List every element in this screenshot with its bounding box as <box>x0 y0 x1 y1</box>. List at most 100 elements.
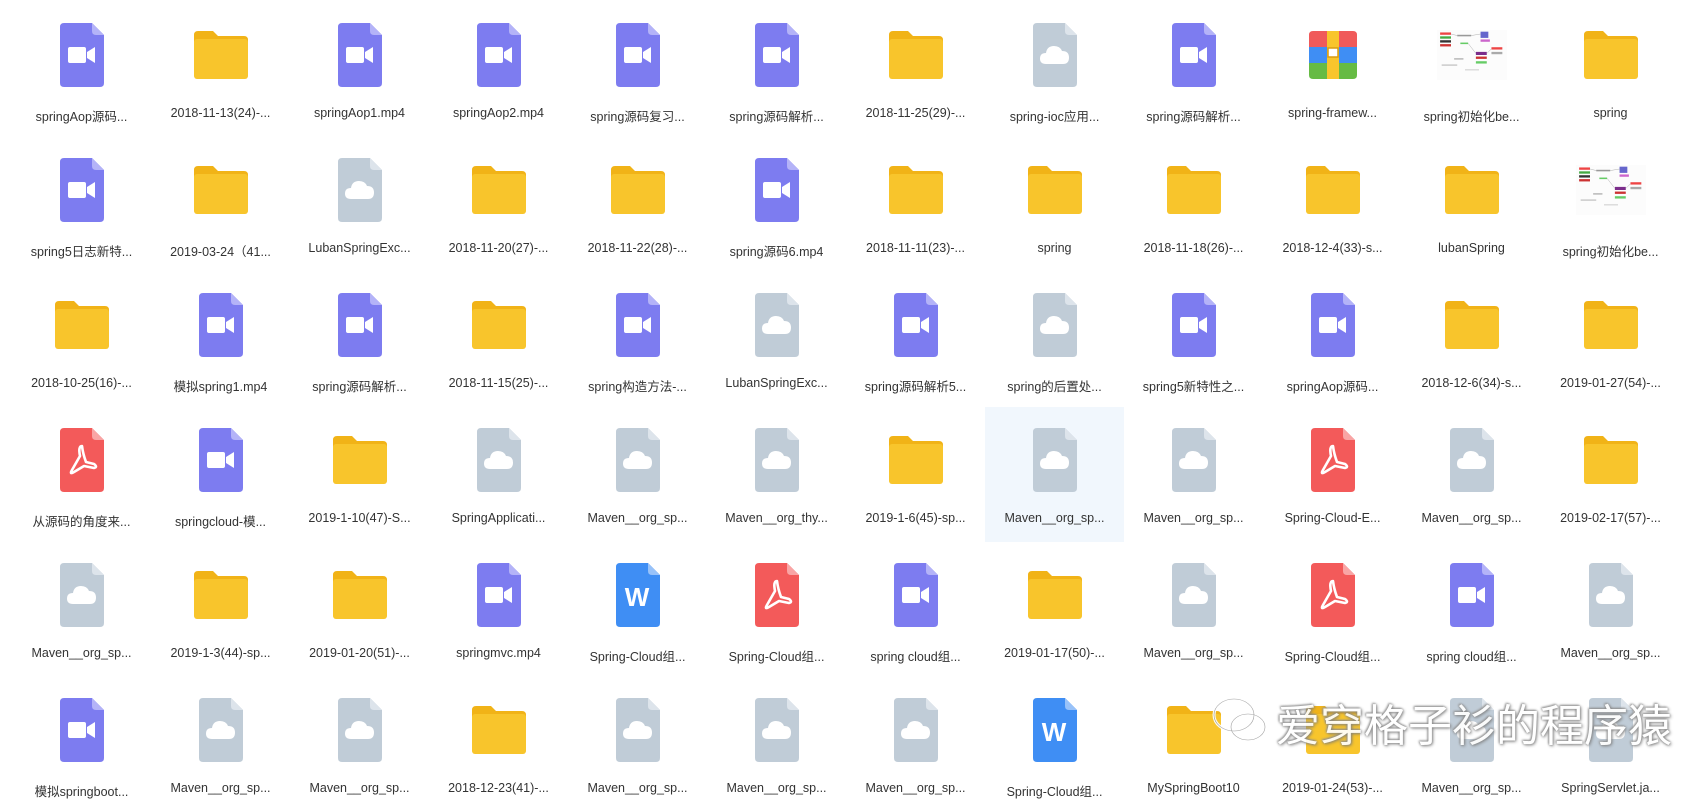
file-item[interactable]: Maven__org_sp... <box>1124 542 1263 677</box>
file-item[interactable]: Maven__org_sp... <box>985 407 1124 542</box>
file-name: 2018-11-20(27)-... <box>448 241 549 255</box>
file-item[interactable]: Maven__org_sp... <box>12 542 151 677</box>
file-item[interactable]: lubanSpring <box>1402 137 1541 272</box>
watermark-text: 爱穿格子衫的程序猿 <box>1276 701 1672 752</box>
file-item[interactable]: 2018-10-25(16)-... <box>12 272 151 407</box>
file-item[interactable]: Maven__org_sp... <box>151 677 290 812</box>
file-item[interactable]: springAop2.mp4 <box>429 2 568 137</box>
file-item[interactable]: SpringApplicati... <box>429 407 568 542</box>
file-item[interactable]: 2018-11-25(29)-... <box>846 2 985 137</box>
file-item[interactable]: Maven__org_thy... <box>707 407 846 542</box>
file-item[interactable]: 2019-1-3(44)-sp... <box>151 542 290 677</box>
file-item[interactable]: spring-framew... <box>1263 2 1402 137</box>
file-name: spring <box>1593 106 1628 120</box>
file-name: Maven__org_sp... <box>587 781 688 795</box>
file-item[interactable]: springAop源码... <box>12 2 151 137</box>
file-item[interactable]: LubanSpringExc... <box>707 272 846 407</box>
file-item[interactable]: W Spring-Cloud组... <box>568 542 707 677</box>
file-item[interactable]: springAop源码... <box>1263 272 1402 407</box>
file-name: 2018-11-22(28)-... <box>587 241 688 255</box>
file-name: spring cloud组... <box>870 650 961 664</box>
file-item[interactable]: spring-ioc应用... <box>985 2 1124 137</box>
file-name: Spring-Cloud-E... <box>1284 511 1381 525</box>
file-item[interactable]: spring cloud组... <box>1402 542 1541 677</box>
file-name: Maven__org_sp... <box>1560 646 1661 660</box>
file-item[interactable]: 2019-01-27(54)-... <box>1541 272 1680 407</box>
file-item[interactable]: springAop1.mp4 <box>290 2 429 137</box>
file-item[interactable]: Maven__org_sp... <box>1541 542 1680 677</box>
file-item[interactable]: 模拟spring1.mp4 <box>151 272 290 407</box>
file-item[interactable]: Spring-Cloud组... <box>1263 542 1402 677</box>
file-name: springmvc.mp4 <box>456 646 541 660</box>
file-item[interactable]: springcloud-模... <box>151 407 290 542</box>
file-item[interactable]: Maven__org_sp... <box>707 677 846 812</box>
file-item[interactable]: spring源码6.mp4 <box>707 137 846 272</box>
cloud-file-icon <box>603 425 673 495</box>
file-item[interactable]: Maven__org_sp... <box>568 407 707 542</box>
file-item[interactable]: spring构造方法-... <box>568 272 707 407</box>
folder-file-icon <box>325 425 395 495</box>
file-item[interactable]: 2019-1-6(45)-sp... <box>846 407 985 542</box>
file-item[interactable]: spring源码解析... <box>1124 2 1263 137</box>
file-item[interactable]: 2018-11-18(26)-... <box>1124 137 1263 272</box>
file-item[interactable]: 从源码的角度来... <box>12 407 151 542</box>
file-item[interactable]: spring源码解析... <box>290 272 429 407</box>
folder-file-icon <box>603 155 673 225</box>
file-name: spring cloud组... <box>1426 650 1517 664</box>
file-item[interactable]: W Spring-Cloud组... <box>985 677 1124 812</box>
file-item[interactable]: spring源码解析5... <box>846 272 985 407</box>
file-item[interactable]: spring初始化be... <box>1402 2 1541 137</box>
file-item[interactable]: 2018-11-15(25)-... <box>429 272 568 407</box>
file-item[interactable]: Maven__org_sp... <box>846 677 985 812</box>
file-item[interactable]: spring源码解析... <box>707 2 846 137</box>
file-item[interactable]: spring源码复习... <box>568 2 707 137</box>
file-item[interactable]: 模拟springboot... <box>12 677 151 812</box>
folder-file-icon <box>186 155 256 225</box>
file-item[interactable]: spring cloud组... <box>846 542 985 677</box>
file-name: Maven__org_sp... <box>170 781 271 795</box>
archive-file-icon <box>1298 20 1368 90</box>
file-item[interactable]: Maven__org_sp... <box>1402 407 1541 542</box>
file-item[interactable]: Spring-Cloud-E... <box>1263 407 1402 542</box>
file-item[interactable]: 2019-01-17(50)-... <box>985 542 1124 677</box>
cloud-file-icon <box>1020 425 1090 495</box>
file-item[interactable]: Maven__org_sp... <box>1124 407 1263 542</box>
file-item[interactable]: spring5日志新特... <box>12 137 151 272</box>
file-item[interactable]: springmvc.mp4 <box>429 542 568 677</box>
file-item[interactable]: Spring-Cloud组... <box>707 542 846 677</box>
pdf-file-icon <box>1298 560 1368 630</box>
folder-file-icon <box>464 695 534 765</box>
file-name: spring源码解析... <box>729 110 824 124</box>
file-item[interactable]: 2018-11-13(24)-... <box>151 2 290 137</box>
file-item[interactable]: 2019-02-17(57)-... <box>1541 407 1680 542</box>
file-name: 2019-03-24（41... <box>170 245 271 259</box>
file-item[interactable]: LubanSpringExc... <box>290 137 429 272</box>
file-item[interactable]: 2019-01-20(51)-... <box>290 542 429 677</box>
folder-file-icon <box>1020 560 1090 630</box>
file-name: 2019-01-27(54)-... <box>1560 376 1661 390</box>
file-item[interactable]: spring的后置处... <box>985 272 1124 407</box>
file-item[interactable]: Maven__org_sp... <box>290 677 429 812</box>
file-item[interactable]: 2018-12-4(33)-s... <box>1263 137 1402 272</box>
file-item[interactable]: 2018-11-22(28)-... <box>568 137 707 272</box>
file-item[interactable]: spring <box>985 137 1124 272</box>
file-item[interactable]: 2018-11-20(27)-... <box>429 137 568 272</box>
file-item[interactable]: 2018-12-6(34)-s... <box>1402 272 1541 407</box>
file-item[interactable]: 2019-1-10(47)-S... <box>290 407 429 542</box>
file-item[interactable]: 2019-03-24（41... <box>151 137 290 272</box>
file-item[interactable]: 2018-11-11(23)-... <box>846 137 985 272</box>
file-item[interactable]: spring5新特性之... <box>1124 272 1263 407</box>
file-item[interactable]: spring初始化be... <box>1541 137 1680 272</box>
file-item[interactable]: 2018-12-23(41)-... <box>429 677 568 812</box>
file-item[interactable]: Maven__org_sp... <box>568 677 707 812</box>
folder-file-icon <box>881 155 951 225</box>
file-name: springAop2.mp4 <box>452 106 545 120</box>
folder-file-icon <box>464 290 534 360</box>
video-file-icon <box>1298 290 1368 360</box>
file-name: 2019-1-3(44)-sp... <box>170 646 271 660</box>
cloud-file-icon <box>325 155 395 225</box>
word-file-icon: W <box>1020 695 1090 765</box>
file-name: 2019-02-17(57)-... <box>1560 511 1661 525</box>
file-item[interactable]: spring <box>1541 2 1680 137</box>
file-name: spring源码复习... <box>590 110 685 124</box>
